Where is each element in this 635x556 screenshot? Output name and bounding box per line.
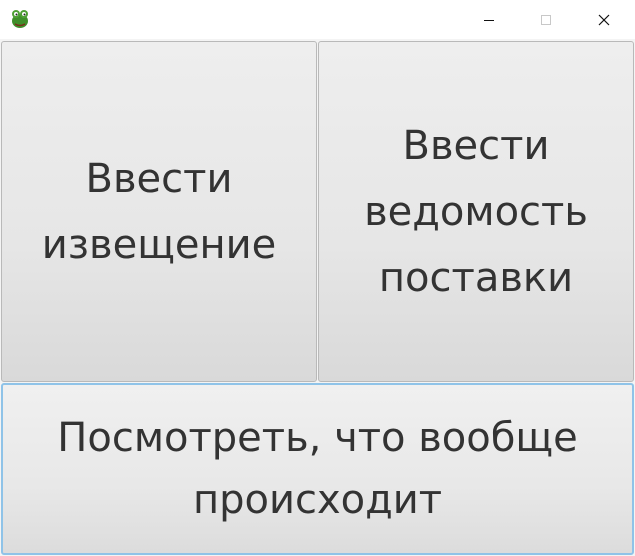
close-button[interactable] — [581, 0, 627, 39]
app-window: Ввести извещение Ввести ведомость постав… — [0, 0, 635, 556]
frog-icon — [9, 8, 31, 30]
enter-notice-button[interactable]: Ввести извещение — [1, 41, 317, 382]
enter-delivery-statement-label: Ввести ведомость поставки — [364, 122, 588, 301]
main-content: Ввести извещение Ввести ведомость постав… — [0, 39, 635, 556]
title-bar[interactable] — [0, 0, 635, 39]
view-overview-button[interactable]: Посмотреть, что вообще происходит — [1, 383, 634, 555]
maximize-button[interactable] — [523, 0, 569, 39]
view-overview-label: Посмотреть, что вообще происходит — [57, 415, 578, 523]
minimize-button[interactable] — [466, 0, 512, 39]
maximize-icon — [540, 14, 552, 26]
close-icon — [598, 14, 610, 26]
enter-delivery-statement-button[interactable]: Ввести ведомость поставки — [318, 41, 634, 382]
minimize-icon — [483, 14, 495, 26]
enter-notice-label: Ввести извещение — [41, 155, 277, 268]
